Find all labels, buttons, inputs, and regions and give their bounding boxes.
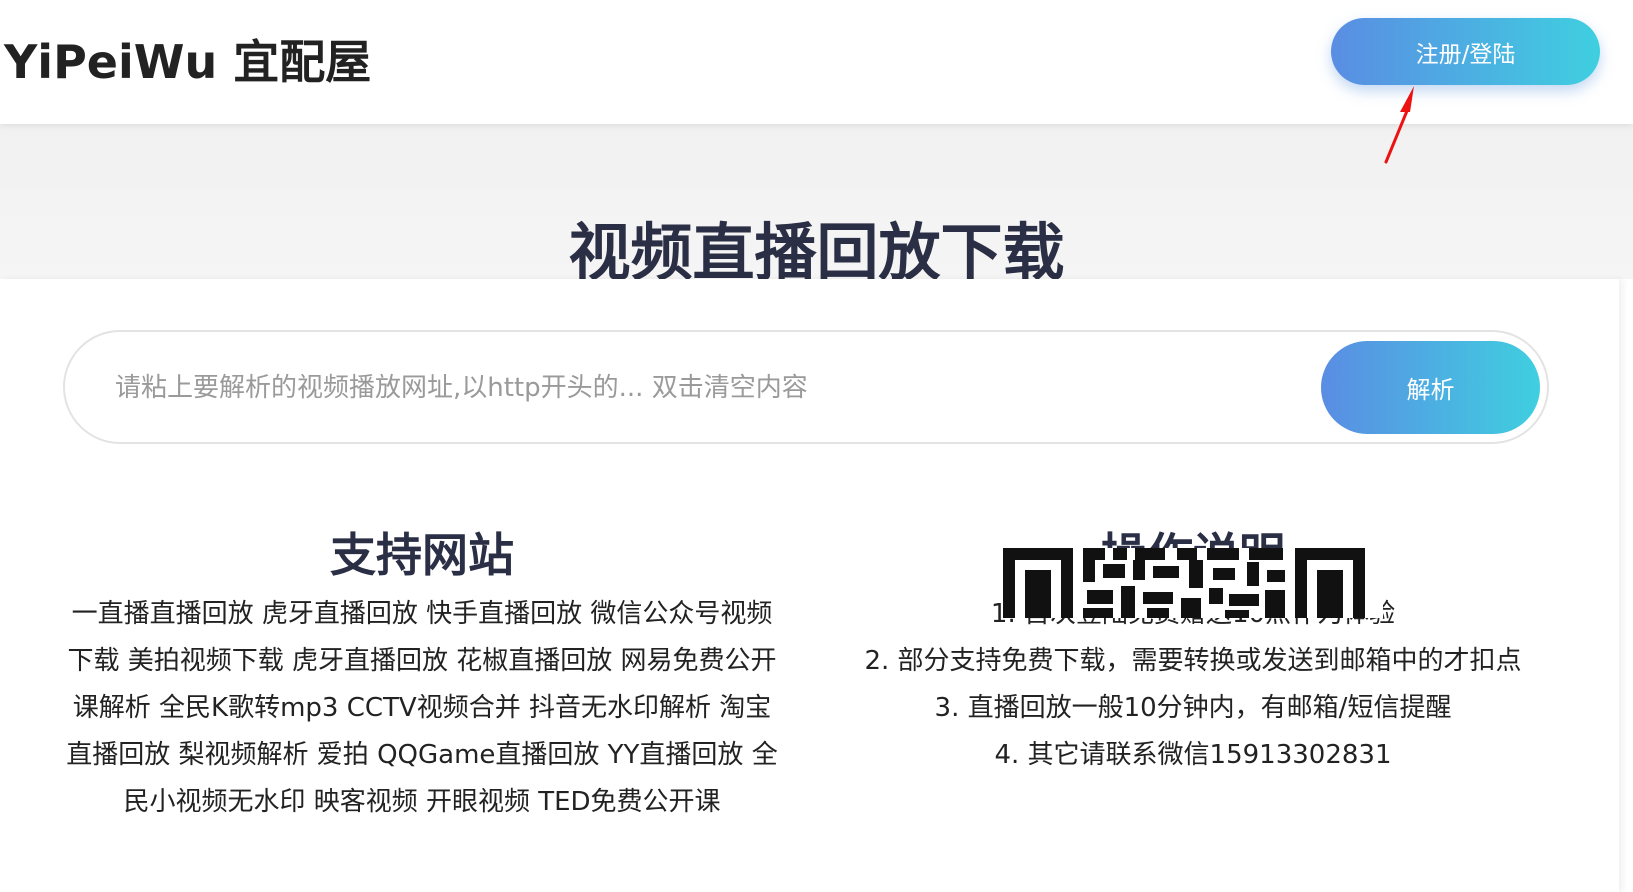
site-logo[interactable]: YiPeiWu 宜配屋	[4, 26, 371, 92]
supported-sites-list: 一直播直播回放 虎牙直播回放 快手直播回放 微信公众号视频下载 美拍视频下载 虎…	[66, 599, 778, 817]
parse-button[interactable]: 解析	[1321, 341, 1540, 434]
instruction-step: 2. 部分支持免费下载，需要转换或发送到邮箱中的才扣点	[864, 646, 1522, 676]
instruction-step: 3. 直播回放一般10分钟内，有邮箱/短信提醒	[934, 693, 1452, 723]
supported-sites-title: 支持网站	[330, 528, 514, 582]
instruction-step: 4. 其它请联系微信15913302831	[994, 740, 1392, 770]
supported-sites-section: 支持网站 一直播直播回放 虎牙直播回放 快手直播回放 微信公众号视频下载 美拍视…	[62, 519, 782, 826]
search-bar: 解析	[63, 330, 1549, 444]
register-login-button[interactable]: 注册/登陆	[1331, 18, 1600, 85]
red-arrow-icon	[1384, 86, 1414, 164]
url-input[interactable]	[115, 360, 1215, 416]
qr-code-icon	[1003, 548, 1383, 618]
instructions-list: 1. 首次登陆免费赠送10点作为体验 2. 部分支持免费下载，需要转换或发送到邮…	[828, 591, 1558, 779]
